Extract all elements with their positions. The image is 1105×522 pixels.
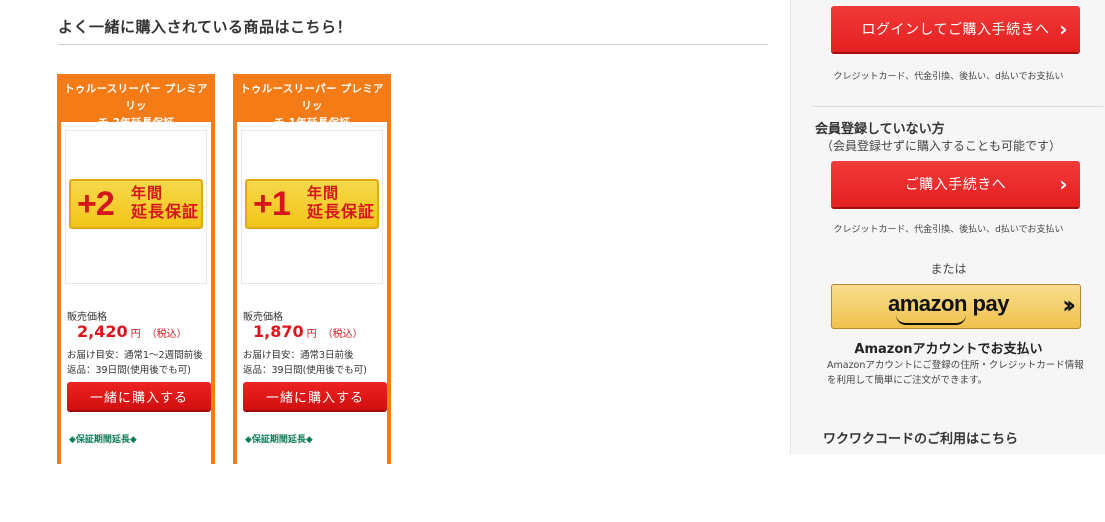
wakuwaku-code-title: ワクワクコードのご利用はこちら [823,432,1019,447]
title-divider [58,44,768,45]
price-tax-label: （税込） [322,329,363,340]
product-name-line: トゥルースリーパー プレミアリッ [64,83,208,112]
sidebar-divider [813,106,1103,107]
return-policy: 返品：39日間(使用後でも可) [243,365,368,376]
product-card-body: +2 年間 延長保証 販売価格 2,420 円 （税込） お届け目安：通常1～2週間… [61,122,211,522]
extension-label: ◆保証期間延長◆ [245,435,313,445]
amazon-smile-icon [896,315,966,325]
guest-checkout-label: ご購入手続きへ [904,177,1007,193]
warranty-badge-image: +1 年間 延長保証 [245,179,379,229]
section-title: よく一緒に購入されている商品はこちら！ [58,18,353,36]
buy-together-button[interactable]: 一緒に購入する [243,382,387,410]
price-label: 販売価格 [67,312,107,323]
delivery-info: お届け目安：通常1～2週間前後 返品：39日間(使用後でも可) [67,348,203,378]
amazon-pay-description: Amazonアカウントにご登録の住所・クレジットカード情報を利用して簡単にご注文… [827,360,1084,386]
chevron-right-icon: › [1059,17,1068,41]
amazon-pay-logo: amazon pay [888,291,1009,316]
extension-label: ◆保証期間延長◆ [69,435,137,445]
price-value: 1,870 [253,322,304,341]
nonmember-title: 会員登録していない方 [815,122,945,137]
price-currency: 円 [130,329,141,340]
buy-together-button[interactable]: 一緒に購入する [67,382,211,410]
login-checkout-button[interactable]: ログインしてご購入手続きへ › [831,6,1080,52]
warranty-badge-image: +2 年間 延長保証 [69,179,203,229]
price-value: 2,420 [77,322,128,341]
chevron-right-icon: › [1059,172,1068,196]
delivery-estimate: お届け目安：通常1～2週間前後 [67,350,203,361]
warranty-years: +1 [253,185,291,223]
warranty-text: 年間 [307,184,340,202]
delivery-info: お届け目安：通常3日前後 返品：39日間(使用後でも可) [243,348,367,378]
price: 2,420 円 （税込） [77,322,187,341]
or-separator: または [930,262,967,276]
payment-methods-note: クレジットカード、代金引換、後払い、d払いでお支払い [833,225,1064,235]
warranty-text: 延長保証 [131,202,200,221]
product-image[interactable]: +2 年間 延長保証 [65,130,207,284]
price: 1,870 円 （税込） [253,322,363,341]
product-name-line: トゥルースリーパー プレミアリッ [240,83,384,112]
product-image[interactable]: +1 年間 延長保証 [241,130,383,284]
checkout-sidebar: ログインしてご購入手続きへ › クレジットカード、代金引換、後払い、d払いでお支… [790,0,1105,454]
product-card-body: +1 年間 延長保証 販売価格 1,870 円 （税込） お届け目安：通常3日前後 … [237,122,387,522]
warranty-years: +2 [77,185,115,223]
amazon-pay-button[interactable]: amazon pay ›› [831,284,1081,329]
login-checkout-label: ログインしてご購入手続きへ [861,22,1050,38]
price-tax-label: （税込） [146,329,187,340]
price-currency: 円 [306,329,317,340]
double-chevron-right-icon: ›› [1062,291,1076,319]
price-label: 販売価格 [243,312,283,323]
product-card: トゥルースリーパー プレミアリッ チ 2年延長保証 +2 年間 延長保証 販売価… [57,74,215,522]
main-content: よく一緒に購入されている商品はこちら！ トゥルースリーパー プレミアリッ チ 2… [0,0,790,522]
product-name[interactable]: トゥルースリーパー プレミアリッ チ 2年延長保証 [61,74,211,129]
payment-methods-note: クレジットカード、代金引換、後払い、d払いでお支払い [833,72,1064,82]
product-card: トゥルースリーパー プレミアリッ チ 1年延長保証 +1 年間 延長保証 販売価… [233,74,391,522]
delivery-estimate: お届け目安：通常3日前後 [243,350,354,361]
guest-checkout-button[interactable]: ご購入手続きへ › [831,161,1080,207]
warranty-text: 延長保証 [307,202,376,221]
nonmember-subtitle: （会員登録せずに購入することも可能です） [821,139,1062,153]
return-policy: 返品：39日間(使用後でも可) [67,365,192,376]
product-name[interactable]: トゥルースリーパー プレミアリッ チ 1年延長保証 [237,74,387,129]
amazon-pay-title: Amazonアカウントでお支払い [854,342,1043,357]
warranty-text: 年間 [131,184,164,202]
